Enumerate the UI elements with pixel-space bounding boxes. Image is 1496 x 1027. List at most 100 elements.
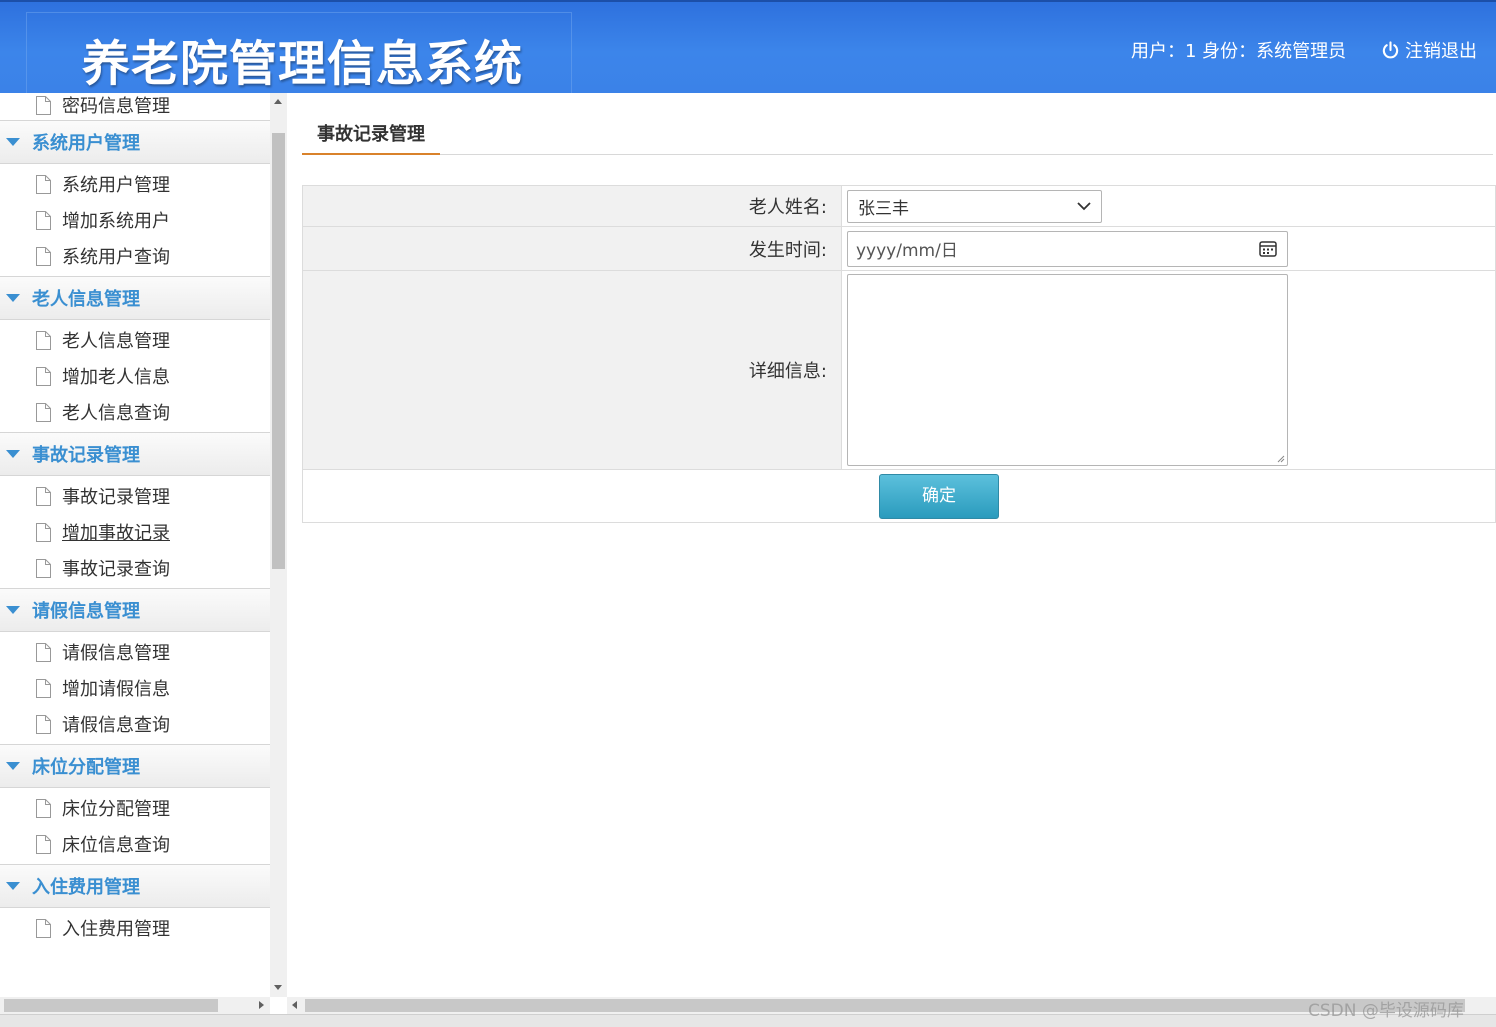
user-info: 用户：1 身份：系统管理员 xyxy=(1131,41,1347,62)
menu-item-label: 增加请假信息 xyxy=(62,679,170,700)
menu-group-header[interactable]: 事故记录管理 xyxy=(0,432,270,476)
page-icon xyxy=(36,678,51,698)
menu-item-label: 事故记录管理 xyxy=(62,487,170,508)
logout-link[interactable]: 注销退出 xyxy=(1381,37,1477,63)
page-icon xyxy=(36,402,51,422)
sidebar-vertical-scrollbar[interactable] xyxy=(270,93,287,997)
page-icon xyxy=(36,918,51,938)
menu-group-title: 请假信息管理 xyxy=(32,601,140,622)
menu-group-header[interactable]: 请假信息管理 xyxy=(0,588,270,632)
menu-item[interactable]: 事故记录查询 xyxy=(0,550,270,586)
resize-grip-icon[interactable] xyxy=(1275,453,1285,463)
page-icon xyxy=(36,714,51,734)
menu-item[interactable]: 系统用户查询 xyxy=(0,238,270,274)
menu-group-header[interactable]: 老人信息管理 xyxy=(0,276,270,320)
top-header: 养老院管理信息系统 用户：1 身份：系统管理员 注销退出 xyxy=(0,0,1496,94)
menu-item-label: 请假信息查询 xyxy=(62,715,170,736)
menu-group-title: 事故记录管理 xyxy=(32,445,140,466)
menu-group-header[interactable]: 入住费用管理 xyxy=(0,864,270,908)
caret-down-icon xyxy=(6,138,20,146)
scroll-left-arrow-icon[interactable] xyxy=(292,1001,297,1009)
page-icon xyxy=(36,642,51,662)
menu-group-items: 入住费用管理增加入住费用 xyxy=(0,908,270,948)
page-icon xyxy=(36,246,51,266)
menu-group-title: 入住费用管理 xyxy=(32,877,140,898)
power-icon xyxy=(1382,40,1399,58)
tab-bar: 事故记录管理 xyxy=(302,113,1493,155)
menu-item-label: 增加老人信息 xyxy=(62,367,170,388)
menu-group-items: 床位分配管理 床位信息查询 xyxy=(0,788,270,864)
sidebar-horizontal-scrollbar[interactable] xyxy=(0,997,270,1014)
menu-item-label: 事故记录查询 xyxy=(62,559,170,580)
menu-item-label: 增加事故记录 xyxy=(62,523,170,544)
menu-item[interactable]: 床位信息查询 xyxy=(0,826,270,862)
menu-group-title: 床位分配管理 xyxy=(32,757,140,778)
scrollbar-thumb[interactable] xyxy=(272,133,285,569)
menu-group-title: 老人信息管理 xyxy=(32,289,140,310)
menu-item[interactable]: 床位分配管理 xyxy=(0,790,270,826)
logout-label: 注销退出 xyxy=(1405,41,1477,62)
menu-item-label: 系统用户管理 xyxy=(62,175,170,196)
calendar-icon[interactable] xyxy=(1259,240,1277,257)
scroll-up-arrow-icon[interactable] xyxy=(274,99,282,104)
menu-item[interactable]: 增加老人信息 xyxy=(0,358,270,394)
caret-down-icon xyxy=(6,450,20,458)
detail-info-textarea[interactable] xyxy=(847,274,1288,466)
menu-item[interactable]: 增加系统用户 xyxy=(0,202,270,238)
scroll-right-arrow-icon[interactable] xyxy=(259,1001,264,1009)
menu-item-label: 老人信息查询 xyxy=(62,403,170,424)
occurrence-time-input[interactable]: yyyy/mm/日 xyxy=(847,230,1288,267)
menu-group-header[interactable]: 床位分配管理 xyxy=(0,744,270,788)
menu-group-items: 老人信息管理 增加老人信息 老人信息查询 xyxy=(0,320,270,432)
menu-item[interactable]: 老人信息查询 xyxy=(0,394,270,430)
page-icon xyxy=(36,366,51,386)
menu-item-label: 密码信息管理 xyxy=(62,96,170,117)
page-icon xyxy=(36,95,51,115)
menu-item[interactable]: 事故记录管理 xyxy=(0,478,270,514)
sidebar: 密码信息管理 系统用户管理 系统用户管理 增加系统用户 系统用户查询 老人信息管理 老人信… xyxy=(0,93,287,997)
scrollbar-thumb[interactable] xyxy=(4,999,218,1012)
menu-item-label: 老人信息管理 xyxy=(62,331,170,352)
page-icon xyxy=(36,798,51,818)
menu-item-password-info[interactable]: 密码信息管理 xyxy=(0,93,270,120)
menu-item[interactable]: 增加入住费用 xyxy=(0,946,270,948)
date-placeholder: yyyy/mm/日 xyxy=(856,241,958,261)
elder-name-label: 老人姓名: xyxy=(302,185,842,227)
occurrence-time-label: 发生时间: xyxy=(302,226,842,271)
menu-item[interactable]: 入住费用管理 xyxy=(0,910,270,946)
menu-group-title: 系统用户管理 xyxy=(32,133,140,154)
elder-name-select[interactable]: 张三丰 xyxy=(847,189,1102,223)
taskbar-strip xyxy=(0,1014,1496,1027)
menu-item-label: 增加系统用户 xyxy=(62,211,170,232)
tab-accident-record-management[interactable]: 事故记录管理 xyxy=(302,113,440,155)
menu-item[interactable]: 请假信息查询 xyxy=(0,706,270,742)
accident-record-form: 老人姓名: 张三丰 发生时间: yyyy/mm/日 详细信息: 确定 xyxy=(302,185,1496,523)
page-icon xyxy=(36,174,51,194)
menu-item[interactable]: 增加请假信息 xyxy=(0,670,270,706)
scroll-down-arrow-icon[interactable] xyxy=(274,985,282,990)
caret-down-icon xyxy=(6,294,20,302)
elder-name-selected: 张三丰 xyxy=(858,198,909,219)
menu-group-items: 事故记录管理 增加事故记录 事故记录查询 xyxy=(0,476,270,588)
menu-item[interactable]: 增加事故记录 xyxy=(0,514,270,550)
page-icon xyxy=(36,486,51,506)
menu-item-label: 系统用户查询 xyxy=(62,247,170,268)
menu-item[interactable]: 请假信息管理 xyxy=(0,634,270,670)
page-icon xyxy=(36,558,51,578)
menu-item-label: 请假信息管理 xyxy=(62,643,170,664)
page-icon xyxy=(36,834,51,854)
menu-group-header[interactable]: 系统用户管理 xyxy=(0,120,270,164)
detail-info-label: 详细信息: xyxy=(302,270,842,470)
scrollbar-thumb[interactable] xyxy=(305,999,1465,1012)
menu-item[interactable]: 系统用户管理 xyxy=(0,166,270,202)
menu-group-items: 请假信息管理 增加请假信息 请假信息查询 xyxy=(0,632,270,744)
confirm-button[interactable]: 确定 xyxy=(879,473,999,519)
menu-group-items: 系统用户管理 增加系统用户 系统用户查询 xyxy=(0,164,270,276)
page-icon xyxy=(36,330,51,350)
chevron-down-icon xyxy=(1077,201,1091,210)
sidebar-menu: 密码信息管理 系统用户管理 系统用户管理 增加系统用户 系统用户查询 老人信息管理 老人信… xyxy=(0,93,270,948)
menu-item-label: 床位信息查询 xyxy=(62,835,170,856)
menu-item-label: 床位分配管理 xyxy=(62,799,170,820)
menu-item[interactable]: 老人信息管理 xyxy=(0,322,270,358)
page-icon xyxy=(36,210,51,230)
